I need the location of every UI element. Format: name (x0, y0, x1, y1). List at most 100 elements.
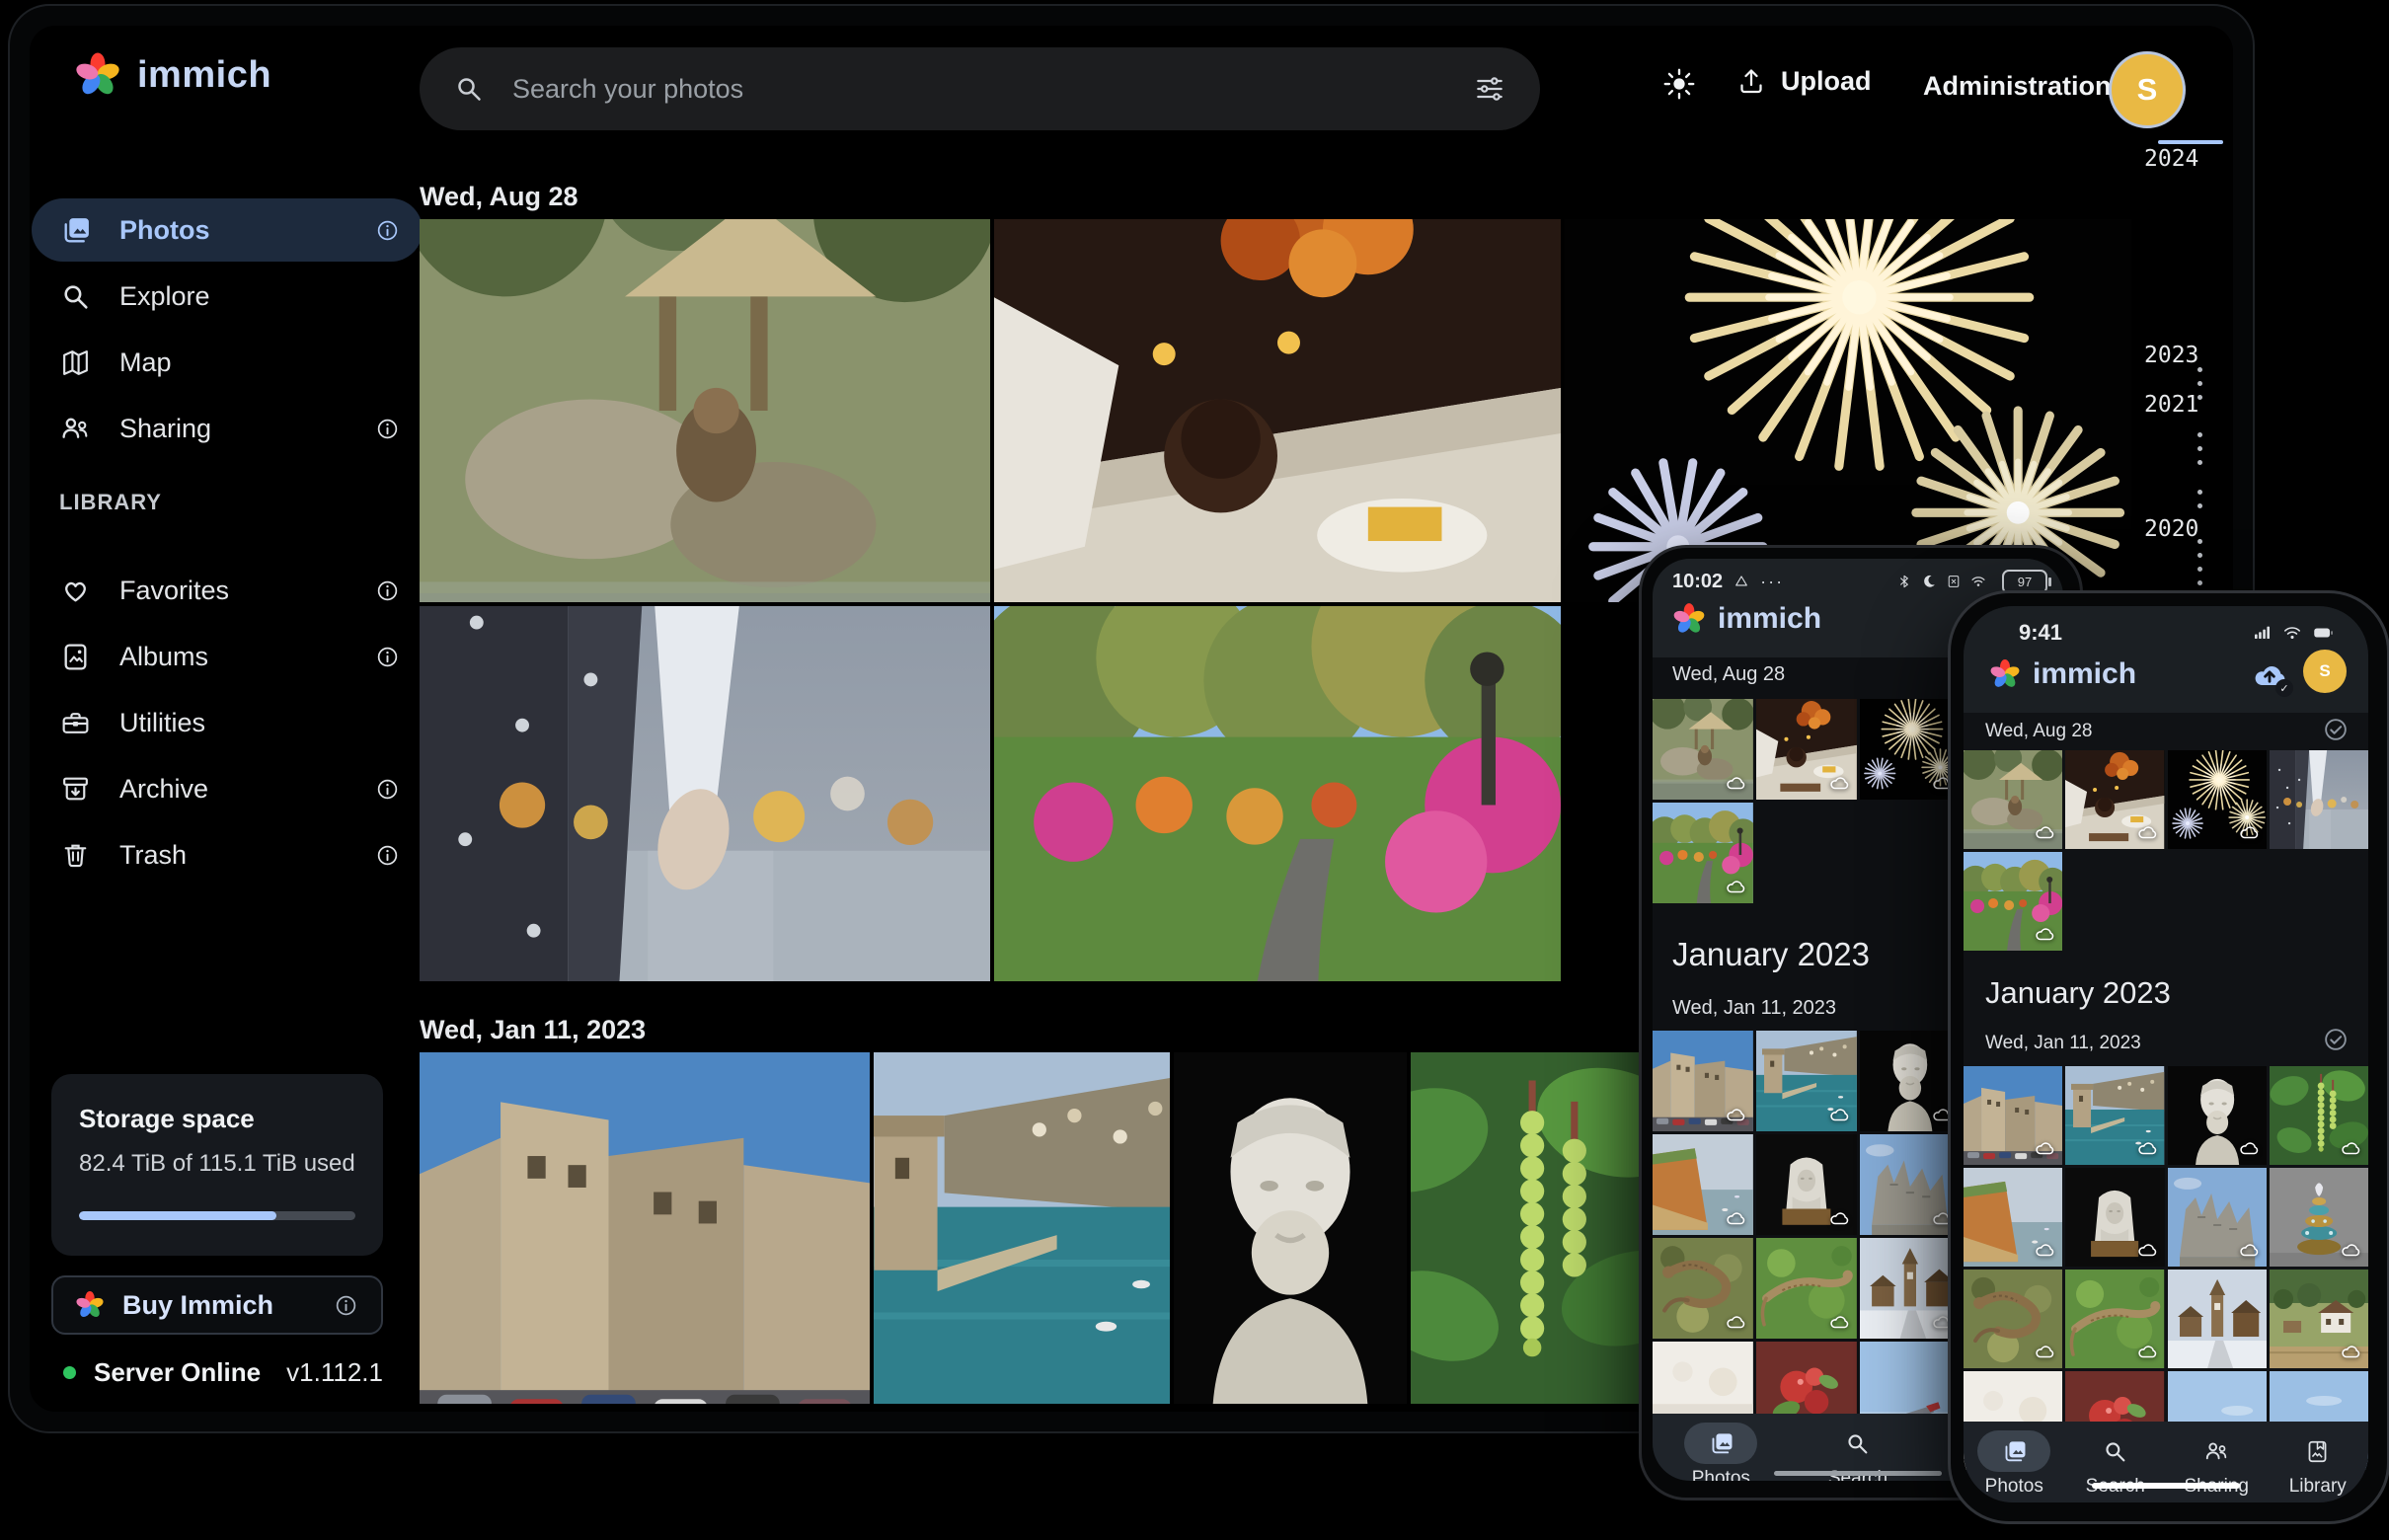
search-input[interactable] (510, 73, 1473, 106)
photo-lizard1[interactable] (1964, 1270, 2062, 1368)
photo-ruins[interactable] (1860, 1134, 1961, 1235)
android-statusbar-left: 10:02 ··· (1672, 569, 1784, 594)
photo-trophy[interactable] (2270, 1168, 2368, 1267)
sidebar-item-sharing[interactable]: Sharing (32, 397, 423, 460)
backup-cloud-button[interactable]: ✓ (2250, 655, 2289, 695)
select-all-check-icon[interactable] (2321, 1025, 2350, 1054)
sidebar-item-explore[interactable]: Explore (32, 265, 423, 328)
brand-wordmark: immich (2033, 657, 2136, 691)
user-avatar[interactable]: S (2109, 51, 2186, 128)
immich-logo[interactable]: immich (74, 51, 271, 99)
home-indicator[interactable] (1774, 1471, 1942, 1476)
cellular-signal-icon (2252, 621, 2275, 645)
photo-coast[interactable] (874, 1052, 1170, 1404)
theme-toggle-button[interactable] (1660, 65, 1698, 103)
cloud-synced-icon (2034, 923, 2055, 945)
user-avatar[interactable]: S (2303, 650, 2347, 693)
photo-castle[interactable] (1964, 1066, 2062, 1165)
info-icon[interactable] (374, 416, 401, 442)
photo-snowy[interactable] (2168, 1270, 2267, 1368)
scrubber-tick-dot (2197, 367, 2202, 372)
buy-immich-button[interactable]: Buy Immich (51, 1275, 383, 1335)
brand-wordmark: immich (1718, 602, 1821, 636)
photo-coast[interactable] (1756, 1031, 1857, 1131)
info-icon[interactable] (374, 644, 401, 670)
sidebar-item-archive[interactable]: Archive (32, 757, 423, 820)
scrubber-tick-dot (2197, 460, 2202, 465)
sidebar-item-trash[interactable]: Trash (32, 823, 423, 886)
photo-monkeys[interactable] (1653, 699, 1753, 800)
photo-hands[interactable] (420, 606, 990, 981)
photo-sculpture[interactable] (2065, 1168, 2164, 1267)
photo-bust[interactable] (2168, 1066, 2267, 1165)
sidebar-item-albums[interactable]: Albums (32, 625, 423, 688)
cloud-synced-icon (2238, 821, 2260, 843)
select-all-check-icon[interactable] (2321, 715, 2350, 744)
photo-bust[interactable] (1174, 1052, 1407, 1404)
scrubber-year-2023[interactable]: 2023 (2144, 343, 2215, 368)
immich-flower-icon (1989, 658, 2021, 690)
scrubber-year-2021[interactable]: 2021 (2144, 392, 2215, 418)
info-icon[interactable] (333, 1292, 359, 1319)
photo-monkeys[interactable] (1964, 750, 2062, 849)
photo-path[interactable] (1964, 852, 2062, 951)
ios-app-header: immich (1989, 657, 2136, 691)
photo-lizard1[interactable] (1653, 1238, 1753, 1339)
info-icon[interactable] (374, 842, 401, 869)
photo-dinner[interactable] (994, 219, 1561, 602)
server-status-label: Server Online (94, 1357, 261, 1388)
photo-dinner[interactable] (2065, 750, 2164, 849)
date-header: Wed, Jan 11, 2023 (1672, 997, 1836, 1020)
backup-done-badge: ✓ (2275, 679, 2293, 697)
scrubber-year-2020[interactable]: 2020 (2144, 516, 2215, 542)
scrubber-year-2024[interactable]: 2024 (2144, 146, 2215, 172)
scrubber-position-indicator[interactable] (2158, 140, 2223, 144)
storage-usage-text: 82.4 TiB of 115.1 TiB used (79, 1150, 355, 1178)
cloud-synced-icon (2034, 1137, 2055, 1159)
date-header: Wed, Aug 28 (1672, 663, 1785, 686)
sidebar-item-map[interactable]: Map (32, 331, 423, 394)
photo-bust[interactable] (1860, 1031, 1961, 1131)
scrubber-tick-dot (2197, 490, 2202, 495)
photo-cliff[interactable] (1653, 1134, 1753, 1235)
photo-coast[interactable] (2065, 1066, 2164, 1165)
home-indicator[interactable] (2092, 1483, 2240, 1489)
photo-snowy[interactable] (1860, 1238, 1961, 1339)
photo-sculpture[interactable] (1756, 1134, 1857, 1235)
nav-item-photos[interactable]: Photos (1965, 1422, 2063, 1498)
photo-cliff[interactable] (1964, 1168, 2062, 1267)
photo-monkeys[interactable] (420, 219, 990, 602)
filter-sliders-icon[interactable] (1473, 72, 1506, 106)
photo-fireworks[interactable] (1860, 699, 1961, 800)
photo-lizard2[interactable] (2065, 1270, 2164, 1368)
photo-path[interactable] (1653, 803, 1753, 903)
administration-link[interactable]: Administration (1923, 71, 2112, 102)
nav-item-label: Photos (1985, 1476, 2043, 1498)
photo-ruins[interactable] (2168, 1168, 2267, 1267)
upload-button[interactable]: Upload (1735, 65, 1872, 97)
photo-dinner[interactable] (1756, 699, 1857, 800)
nav-item-photos[interactable]: Photos (1671, 1414, 1770, 1481)
sidebar-item-favorites[interactable]: Favorites (32, 559, 423, 622)
photo-berries[interactable] (1411, 1052, 1640, 1404)
photo-berries[interactable] (2270, 1066, 2368, 1165)
photo-farmhouse[interactable] (2270, 1270, 2368, 1368)
photo-castle[interactable] (420, 1052, 870, 1404)
priority-mode-icon (1733, 573, 1750, 590)
upload-icon (1735, 65, 1767, 97)
sidebar: PhotosExploreMapSharing LIBRARY Favorite… (30, 195, 423, 889)
photo-hands[interactable] (2270, 750, 2368, 849)
nav-item-library[interactable]: Library (2269, 1422, 2367, 1498)
info-icon[interactable] (374, 217, 401, 244)
photo-fireworks[interactable] (2168, 750, 2267, 849)
sidebar-item-photos[interactable]: Photos (32, 198, 423, 262)
sidebar-item-label: Utilities (119, 708, 205, 738)
photo-castle[interactable] (1653, 1031, 1753, 1131)
info-icon[interactable] (374, 578, 401, 604)
photo-path[interactable] (994, 606, 1561, 981)
info-icon[interactable] (374, 776, 401, 803)
photo-lizard2[interactable] (1756, 1238, 1857, 1339)
search-bar[interactable] (420, 47, 1540, 130)
storage-progress-fill (79, 1211, 276, 1220)
sidebar-item-utilities[interactable]: Utilities (32, 691, 423, 754)
